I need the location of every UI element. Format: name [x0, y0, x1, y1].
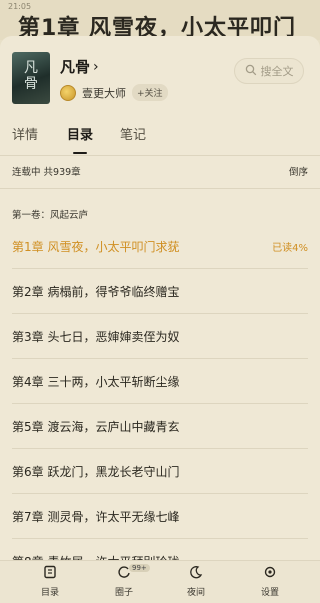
tab-active-indicator — [73, 152, 87, 154]
chevron-right-icon: › — [93, 58, 99, 75]
tab-bar: 详情 目录 笔记 — [0, 124, 320, 154]
read-progress: 已读4% — [272, 242, 308, 254]
search-fulltext-button[interactable]: 搜全文 — [234, 58, 304, 84]
nav-circle[interactable]: 99+ 圈子 — [94, 564, 154, 598]
chapter-item[interactable]: 第1章 风雪夜，小太平叩门求莸 已读4% — [12, 224, 308, 269]
serial-status: 连载中 共939章 — [12, 167, 81, 178]
reader-background: 21:05 第1章 风雪夜，小太平叩门 — [0, 0, 320, 40]
tab-catalog[interactable]: 目录 — [67, 124, 93, 143]
book-title: 凡骨 — [60, 58, 91, 76]
chapter-item[interactable]: 第3章 头七日，恶婶婶卖侄为奴 — [12, 314, 308, 359]
volume-title: 第一卷：风起云庐 — [12, 210, 89, 221]
catalog-icon — [20, 565, 80, 585]
search-icon — [245, 64, 257, 79]
tab-notes[interactable]: 笔记 — [120, 124, 146, 143]
book-title-link[interactable]: 凡骨 › — [60, 56, 99, 77]
chapter-item[interactable]: 第7章 测灵骨，许太平无缘七峰 — [12, 494, 308, 539]
chapter-item[interactable]: 第6章 跃龙门，黑龙长老守山门 — [12, 449, 308, 494]
chapter-title: 第2章 病榻前，得爷爷临终赠宝 — [12, 284, 180, 299]
author-avatar[interactable] — [60, 84, 76, 101]
chapter-item[interactable]: 第4章 三十两，小太平斩断尘缘 — [12, 359, 308, 404]
meta-divider — [0, 188, 320, 189]
chapter-title: 第7章 测灵骨，许太平无缘七峰 — [12, 509, 180, 524]
chapter-title: 第3章 头七日，恶婶婶卖侄为奴 — [12, 329, 180, 344]
nav-label: 目录 — [40, 588, 59, 598]
chapter-title: 第5章 渡云海，云庐山中藏青玄 — [12, 419, 180, 434]
nav-label: 设置 — [260, 588, 279, 598]
book-info: 凡骨 凡骨 › 壹更大师 +关注 搜全文 — [12, 52, 308, 112]
catalog-meta: 连载中 共939章 倒序 — [12, 164, 308, 180]
chapter-list: 第1章 风雪夜，小太平叩门求莸 已读4% 第2章 病榻前，得爷爷临终赠宝 第3章… — [12, 224, 308, 584]
author-name[interactable]: 壹更大师 — [82, 85, 126, 101]
tab-details[interactable]: 详情 — [12, 124, 38, 143]
chapter-item[interactable]: 第5章 渡云海，云庐山中藏青玄 — [12, 404, 308, 449]
tabs-divider — [0, 155, 320, 156]
chapter-title: 第6章 跃龙门，黑龙长老守山门 — [12, 464, 180, 479]
settings-icon — [240, 565, 300, 585]
circle-badge: 99+ — [129, 564, 150, 572]
cover-title: 凡骨 — [24, 60, 38, 92]
book-cover[interactable]: 凡骨 — [12, 52, 50, 104]
nav-settings[interactable]: 设置 — [240, 565, 300, 598]
follow-button[interactable]: +关注 — [132, 84, 168, 101]
nav-label: 圈子 — [114, 588, 133, 598]
nav-night-mode[interactable]: 夜间 — [166, 565, 226, 598]
catalog-sheet: 凡骨 凡骨 › 壹更大师 +关注 搜全文 详情 目录 笔记 连载中 共939章 … — [0, 36, 320, 603]
chapter-title: 第1章 风雪夜，小太平叩门求莸 — [12, 239, 180, 254]
nav-label: 夜间 — [186, 588, 205, 598]
bottom-nav: 目录 99+ 圈子 夜间 设置 — [0, 560, 320, 603]
chapter-item[interactable]: 第2章 病榻前，得爷爷临终赠宝 — [12, 269, 308, 314]
moon-icon — [166, 565, 226, 585]
nav-catalog[interactable]: 目录 — [20, 565, 80, 598]
search-placeholder: 搜全文 — [260, 65, 294, 78]
author-row: 壹更大师 +关注 — [60, 84, 168, 101]
chapter-title: 第4章 三十两，小太平斩断尘缘 — [12, 374, 180, 389]
sort-toggle[interactable]: 倒序 — [289, 164, 308, 178]
